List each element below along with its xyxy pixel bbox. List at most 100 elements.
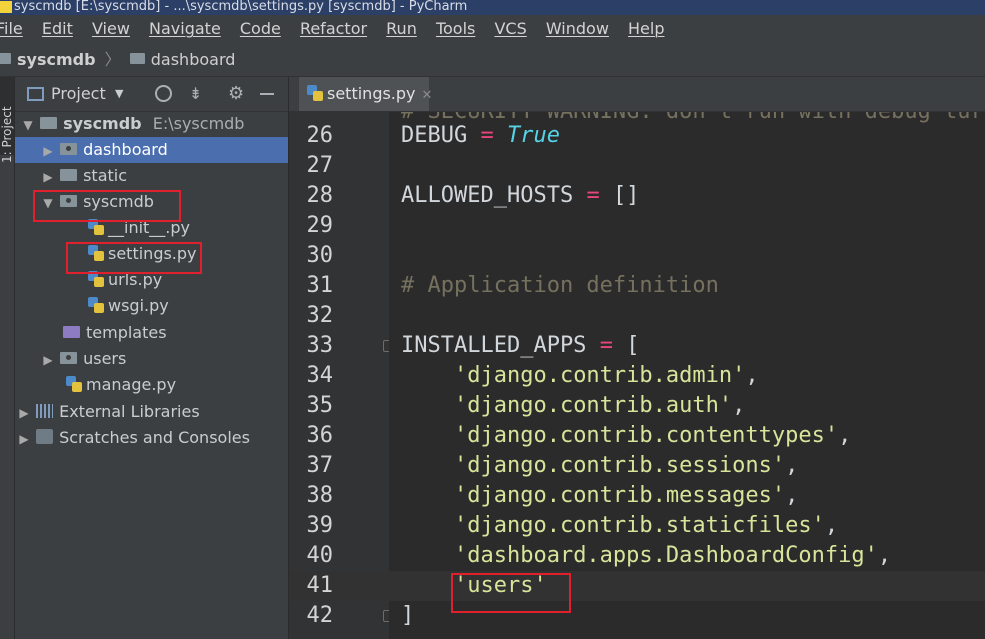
project-view-icon	[27, 87, 44, 101]
breadcrumb-separator-icon: 〉	[104, 50, 121, 69]
tree-item-static[interactable]: ▶ static	[15, 163, 288, 189]
code-line-26: DEBUG = True	[401, 121, 560, 151]
chevron-right-icon[interactable]: ▶	[41, 164, 55, 190]
code-identifier: INSTALLED_APPS	[401, 333, 587, 358]
menu-vcs[interactable]: VCS	[494, 15, 526, 43]
code-string: 'dashboard.apps.DashboardConfig'	[453, 543, 878, 568]
code-comma: ,	[838, 423, 852, 448]
chevron-right-icon[interactable]: ▶	[17, 400, 31, 426]
python-file-icon	[307, 84, 323, 101]
code-line-40: 'dashboard.apps.DashboardConfig',	[401, 541, 891, 571]
code-string: 'django.contrib.messages'	[453, 483, 786, 508]
code-comma: ,	[785, 453, 799, 478]
tree-item-manage-py[interactable]: manage.py	[15, 372, 288, 398]
code-bracket: [	[626, 333, 640, 358]
tab-label: settings.py	[327, 84, 416, 103]
folder-icon	[60, 142, 78, 155]
chevron-right-icon[interactable]: ▶	[17, 426, 31, 452]
tree-item-external-libraries[interactable]: ▶ External Libraries	[15, 399, 288, 425]
tree-item-label: syscmdb	[63, 114, 142, 133]
code-line-33: INSTALLED_APPS = [	[401, 331, 639, 361]
line-number: 40	[306, 543, 334, 568]
tab-settings-py[interactable]: settings.py ✕	[299, 77, 432, 111]
code-bracket: []	[612, 183, 640, 208]
menu-view[interactable]: View	[92, 15, 130, 43]
scratches-icon	[36, 429, 54, 444]
tree-item-wsgi-py[interactable]: wsgi.py	[15, 293, 288, 319]
highlight-box-users	[451, 573, 571, 613]
tree-item-project-root[interactable]: ▼ syscmdb E:\syscmdb	[15, 111, 288, 137]
tree-item-templates[interactable]: templates	[15, 320, 288, 346]
folder-icon	[129, 53, 145, 64]
tree-item-scratches[interactable]: ▶ Scratches and Consoles	[15, 425, 288, 451]
highlight-box-syscmdb	[33, 190, 181, 222]
code-bracket: ]	[401, 603, 415, 628]
project-panel-header: Project ▼ ⇟ ⚙	[15, 77, 288, 112]
project-tool-label[interactable]: 1: Project	[0, 93, 14, 163]
code-comma: ,	[745, 363, 759, 388]
code-line-34: 'django.contrib.admin',	[401, 361, 759, 391]
menu-help[interactable]: Help	[628, 15, 664, 43]
code-line-35: 'django.contrib.auth',	[401, 391, 745, 421]
line-number: 27	[306, 153, 334, 178]
collapse-all-icon[interactable]: ⇟	[189, 77, 202, 111]
tree-item-dashboard[interactable]: ▶ dashboard	[15, 137, 288, 163]
line-number: 35	[306, 393, 334, 418]
code-comma: ,	[732, 393, 746, 418]
folder-icon	[40, 116, 58, 129]
menu-file[interactable]: File	[0, 15, 23, 43]
minimize-icon[interactable]	[260, 93, 274, 95]
line-number: 30	[306, 243, 334, 268]
line-number: 42	[306, 603, 334, 628]
menu-bar: File Edit View Navigate Code Refactor Ru…	[0, 15, 985, 43]
code-identifier: ALLOWED_HOSTS	[401, 183, 574, 208]
tool-window-stripe: 1: Project	[0, 77, 15, 639]
menu-window[interactable]: Window	[546, 15, 609, 43]
code-comma: ,	[824, 513, 839, 538]
menu-refactor[interactable]: Refactor	[300, 15, 367, 43]
project-view-title[interactable]: Project	[51, 77, 106, 111]
highlight-box-settings	[66, 242, 202, 274]
breadcrumb-child[interactable]: dashboard	[151, 50, 236, 69]
menu-code[interactable]: Code	[240, 15, 281, 43]
python-file-icon	[66, 375, 82, 392]
code-line-39: 'django.contrib.staticfiles',	[401, 511, 838, 541]
menu-edit[interactable]: Edit	[42, 15, 73, 43]
menu-tools[interactable]: Tools	[436, 15, 475, 43]
line-number: 34	[306, 363, 334, 388]
pycharm-app-icon	[0, 1, 12, 13]
breadcrumb-root[interactable]: syscmdb	[17, 50, 96, 69]
line-number: 32	[306, 303, 334, 328]
line-number: 29	[306, 213, 334, 238]
locate-icon[interactable]	[155, 85, 172, 102]
menu-run[interactable]: Run	[386, 15, 417, 43]
line-number: 31	[306, 273, 334, 298]
code-editor[interactable]: # SECURITY WARNING: don't run with debug…	[389, 112, 985, 639]
code-line-42: ]	[401, 601, 414, 631]
tree-item-label: templates	[86, 323, 167, 342]
python-file-icon	[88, 296, 104, 313]
close-icon[interactable]: ✕	[422, 88, 433, 103]
code-string: 'django.contrib.contenttypes'	[453, 423, 839, 448]
line-number: 39	[306, 513, 334, 538]
tree-item-label: wsgi.py	[108, 296, 169, 315]
line-number: 28	[306, 183, 334, 208]
code-comment: # Application definition	[401, 273, 719, 298]
code-comma: ,	[785, 483, 799, 508]
menu-navigate[interactable]: Navigate	[149, 15, 221, 43]
code-line-28: ALLOWED_HOSTS = []	[401, 181, 639, 211]
tree-item-users[interactable]: ▶ users	[15, 346, 288, 372]
chevron-right-icon[interactable]: ▶	[41, 347, 55, 373]
chevron-right-icon[interactable]: ▶	[41, 138, 55, 164]
chevron-down-icon[interactable]: ▼	[21, 112, 35, 138]
editor-gutter: 26 27 28 29 30 31 32 33 34 35 36 37 38 3…	[289, 112, 423, 639]
chevron-down-icon[interactable]: ▼	[115, 77, 123, 111]
line-number: 37	[306, 453, 334, 478]
library-icon	[36, 403, 54, 418]
code-operator: =	[480, 123, 494, 148]
code-string: 'django.contrib.staticfiles'	[453, 513, 825, 538]
project-panel: Project ▼ ⇟ ⚙ ▼ syscmdb E:\syscmdb ▶ das…	[15, 77, 288, 639]
code-line-38: 'django.contrib.messages',	[401, 481, 798, 511]
code-line-31: # Application definition	[401, 271, 719, 301]
gear-icon[interactable]: ⚙	[228, 77, 244, 111]
